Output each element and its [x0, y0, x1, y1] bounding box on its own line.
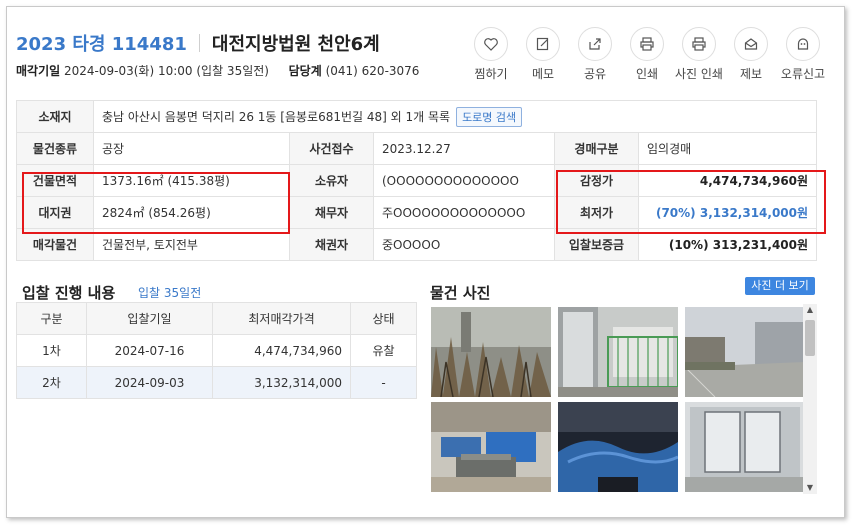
- creditor-label: 채권자: [289, 228, 374, 261]
- print-button[interactable]: 인쇄: [621, 27, 673, 82]
- location-value: 충남 아산시 음봉면 덕지리 26 1동 [음봉로681번길 48] 외 1개 …: [102, 109, 451, 124]
- more-photos-button[interactable]: 사진 더 보기: [745, 277, 815, 295]
- photo-print-label: 사진 인쇄: [675, 67, 723, 81]
- col-bid-date: 입찰기일: [86, 302, 213, 335]
- favorite-button[interactable]: 찜하기: [465, 27, 517, 82]
- owner-label: 소유자: [289, 164, 374, 197]
- error-report-label: 오류신고: [780, 67, 826, 81]
- photo-machine-interior[interactable]: [431, 402, 551, 492]
- col-min-price: 최저매각가격: [212, 302, 351, 335]
- memo-label: 메모: [531, 67, 555, 81]
- round-cell: 2차: [16, 366, 87, 399]
- area-highlight-box: [22, 172, 290, 234]
- print-icon: [640, 37, 654, 51]
- bid-date-cell: 2024-07-16: [86, 334, 213, 367]
- road-name-search-button[interactable]: 도로명 검색: [456, 106, 523, 127]
- report-icon: [744, 38, 758, 50]
- type-label: 물건종류: [16, 132, 94, 165]
- scroll-thumb[interactable]: [805, 320, 815, 356]
- bidding-days-left: 입찰 35일전: [138, 286, 202, 300]
- status-cell: 유찰: [350, 334, 417, 367]
- debtor-value: 주OOOOOOOOOOOOOO: [373, 196, 555, 229]
- photo-road-warehouse[interactable]: [685, 307, 805, 397]
- photos-section-title: 물건 사진: [430, 284, 491, 302]
- scroll-up-arrow-icon[interactable]: ▲: [803, 304, 817, 316]
- error-report-button[interactable]: 오류신고: [777, 27, 829, 82]
- type-row: 물건종류 공장 사건접수 2023.12.27 경매구분 임의경매: [16, 132, 818, 165]
- bid-date-cell: 2024-09-03: [86, 366, 213, 399]
- title-row: 2023 타경 114481 대전지방법원 천안6계: [16, 30, 380, 56]
- col-round: 구분: [16, 302, 87, 335]
- location-cell: 충남 아산시 음봉면 덕지리 26 1동 [음봉로681번길 48] 외 1개 …: [92, 100, 818, 133]
- heart-icon: [484, 38, 498, 51]
- memo-icon: [536, 37, 549, 51]
- report-label: 제보: [739, 67, 763, 81]
- auction-type-label: 경매구분: [554, 132, 639, 165]
- print-label: 인쇄: [635, 67, 659, 81]
- min-price-cell: 4,474,734,960: [212, 334, 351, 367]
- col-status: 상태: [350, 302, 417, 335]
- creditor-value: 중OOOOO: [373, 228, 555, 261]
- dept-label: 담당계: [288, 64, 322, 78]
- auction-type-value: 임의경매: [637, 132, 818, 165]
- share-icon: [589, 38, 601, 50]
- photo-blue-covered-machines[interactable]: [558, 402, 678, 492]
- bidding-header-row: 구분 입찰기일 최저매각가격 상태: [16, 302, 417, 335]
- location-row: 소재지 충남 아산시 음봉면 덕지리 26 1동 [음봉로681번길 48] 외…: [16, 100, 818, 133]
- received-label: 사건접수: [289, 132, 374, 165]
- owner-value: (OOOOOOOOOOOOOO: [373, 164, 555, 197]
- photo-dry-bushes[interactable]: [431, 307, 551, 397]
- location-label: 소재지: [16, 100, 94, 133]
- sale-date-row: 매각기일 2024-09-03(화) 10:00 (입찰 35일전) 담당계 (…: [16, 62, 419, 79]
- sale-date-value: 2024-09-03(화) 10:00 (입찰 35일전): [64, 64, 269, 78]
- report-button[interactable]: 제보: [725, 27, 777, 82]
- status-cell: -: [350, 366, 417, 399]
- scroll-down-arrow-icon[interactable]: ▼: [803, 482, 817, 494]
- bidding-table: 구분 입찰기일 최저매각가격 상태 1차 2024-07-16 4,474,73…: [16, 302, 417, 399]
- favorite-label: 찜하기: [474, 67, 508, 81]
- table-row: 2차 2024-09-03 3,132,314,000 -: [16, 366, 417, 399]
- case-number[interactable]: 2023 타경 114481: [16, 30, 187, 56]
- error-report-icon: [797, 38, 809, 50]
- action-toolbar: 찜하기 메모 공유 인쇄 사진 인쇄 제보 오류신고: [465, 27, 829, 82]
- table-row: 1차 2024-07-16 4,474,734,960 유찰: [16, 334, 417, 367]
- type-value: 공장: [93, 132, 290, 165]
- bidding-section-title: 입찰 진행 내용: [22, 284, 116, 302]
- sale-date-label: 매각기일: [16, 64, 61, 78]
- photo-print-icon: [692, 37, 706, 51]
- debtor-label: 채무자: [289, 196, 374, 229]
- memo-button[interactable]: 메모: [517, 27, 569, 82]
- photo-gate-fence[interactable]: [558, 307, 678, 397]
- photo-print-button[interactable]: 사진 인쇄: [673, 27, 725, 82]
- court-name: 대전지방법원 천안6계: [211, 34, 380, 55]
- received-value: 2023.12.27: [373, 132, 555, 165]
- photo-grid: [425, 301, 813, 492]
- title-divider: [198, 34, 200, 52]
- price-highlight-box: [556, 170, 826, 234]
- dept-phone: (041) 620-3076: [325, 64, 420, 78]
- photo-scrollbar[interactable]: ▲ ▼: [803, 304, 817, 494]
- share-button[interactable]: 공유: [569, 27, 621, 82]
- min-price-cell: 3,132,314,000: [212, 366, 351, 399]
- round-cell: 1차: [16, 334, 87, 367]
- share-label: 공유: [583, 67, 607, 81]
- photo-glass-door-interior[interactable]: [685, 402, 805, 492]
